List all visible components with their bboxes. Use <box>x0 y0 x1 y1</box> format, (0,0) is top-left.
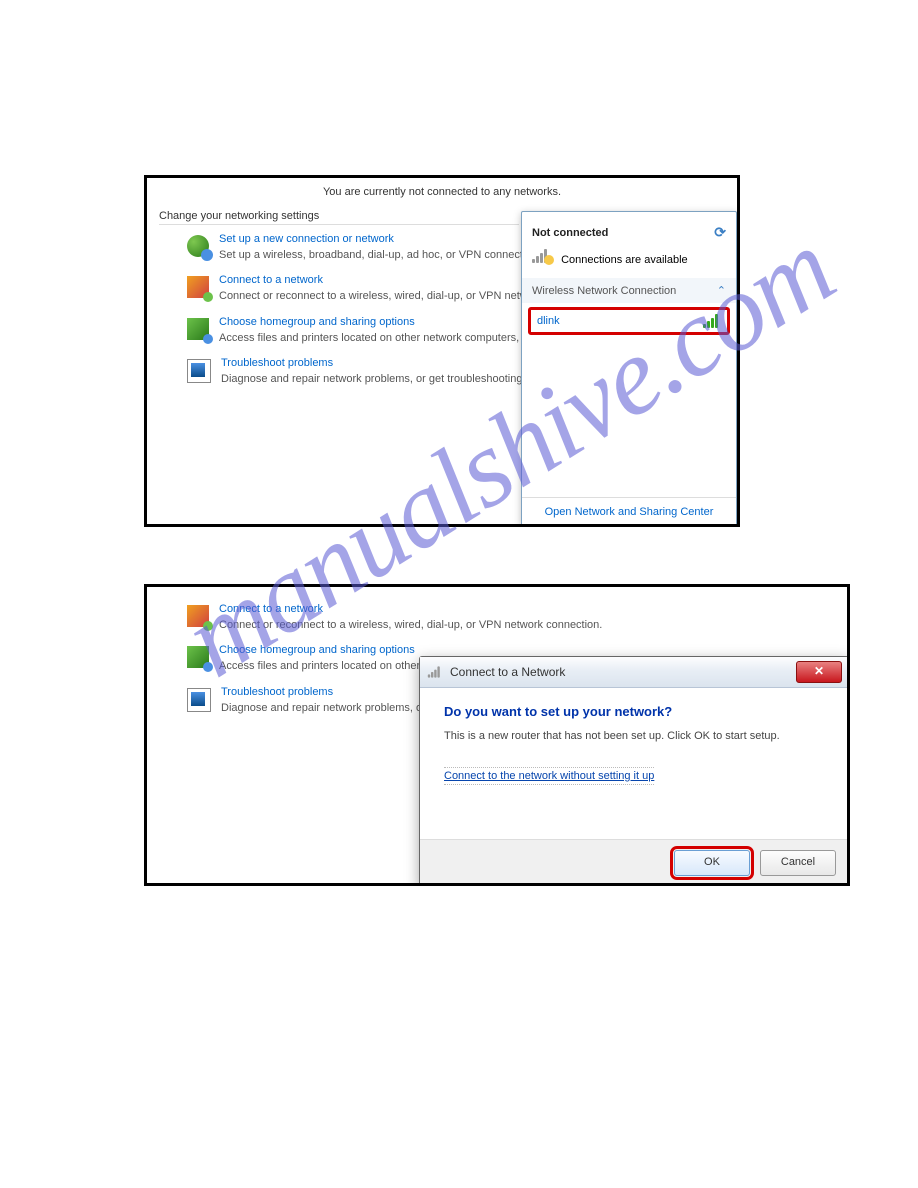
option-connect-network[interactable]: Connect to a network Connect or reconnec… <box>147 597 847 638</box>
globe-icon <box>187 235 209 257</box>
wifi-network-name: dlink <box>537 315 560 327</box>
wifi-network-dlink[interactable]: dlink <box>528 307 730 335</box>
connect-icon <box>187 276 209 298</box>
screenshot-2: Connect to a network Connect or reconnec… <box>144 584 850 886</box>
connections-available-label: Connections are available <box>561 254 688 266</box>
dialog-title: Connect to a Network <box>450 665 790 679</box>
section-title: Change your networking settings <box>159 210 519 225</box>
troubleshoot-icon <box>187 359 211 383</box>
flyout-category[interactable]: Wireless Network Connection ⌃ <box>522 278 736 303</box>
connect-network-dialog: Connect to a Network ✕ Do you want to se… <box>419 656 849 886</box>
flyout-status: Not connected <box>532 227 608 239</box>
option-link[interactable]: Choose homegroup and sharing options <box>219 644 835 656</box>
option-link[interactable]: Connect to a network <box>219 603 835 615</box>
close-button[interactable]: ✕ <box>796 661 842 683</box>
homegroup-icon <box>187 318 209 340</box>
connect-icon <box>187 605 209 627</box>
flyout-category-label: Wireless Network Connection <box>532 285 676 297</box>
option-desc: Connect or reconnect to a wireless, wire… <box>219 619 602 631</box>
cancel-button[interactable]: Cancel <box>760 850 836 876</box>
screenshot-1: You are currently not connected to any n… <box>144 175 740 527</box>
dialog-body-text: This is a new router that has not been s… <box>444 729 824 744</box>
troubleshoot-icon <box>187 688 211 712</box>
network-icon <box>428 666 442 677</box>
wifi-flyout: Not connected ⟳ Connections are availabl… <box>521 211 737 527</box>
dialog-titlebar[interactable]: Connect to a Network ✕ <box>420 657 848 688</box>
signal-icon <box>532 249 550 263</box>
not-connected-message: You are currently not connected to any n… <box>147 184 737 206</box>
refresh-icon[interactable]: ⟳ <box>714 224 726 241</box>
open-network-center-link[interactable]: Open Network and Sharing Center <box>522 497 736 526</box>
chevron-up-icon: ⌃ <box>717 284 726 297</box>
dialog-button-row: OK Cancel <box>420 839 848 886</box>
connect-without-setup-link[interactable]: Connect to the network without setting i… <box>444 767 654 785</box>
ok-button[interactable]: OK <box>674 850 750 876</box>
homegroup-icon <box>187 646 209 668</box>
signal-strength-icon <box>703 314 721 328</box>
dialog-heading: Do you want to set up your network? <box>444 704 824 719</box>
